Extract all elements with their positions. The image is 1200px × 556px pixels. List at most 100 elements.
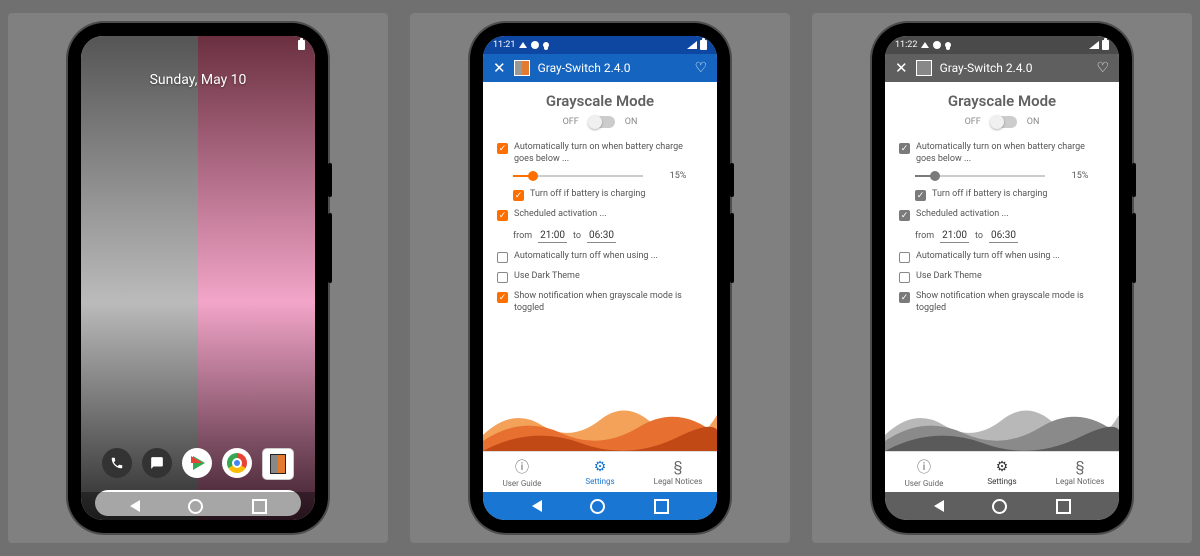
favorite-icon[interactable]: ♡ bbox=[1096, 60, 1109, 76]
auto-off-using-checkbox[interactable] bbox=[497, 252, 508, 263]
nav-home-icon[interactable] bbox=[188, 499, 203, 514]
nav-home-icon[interactable] bbox=[590, 499, 605, 514]
app-bar: ✕ Gray-Switch 2.4.0 ♡ bbox=[885, 54, 1119, 82]
tab-user-guide[interactable]: ⓘ User Guide bbox=[483, 452, 561, 492]
scheduled-label: Scheduled activation ... bbox=[916, 209, 1105, 221]
location-icon bbox=[945, 42, 951, 48]
android-nav-bar bbox=[885, 492, 1119, 520]
nav-back-icon[interactable] bbox=[130, 500, 140, 512]
settings-icon bbox=[531, 41, 539, 49]
turnoff-charging-label: Turn off if battery is charging bbox=[530, 189, 703, 201]
grayswitch-app-icon[interactable] bbox=[262, 448, 294, 480]
to-label: to bbox=[573, 231, 581, 241]
battery-threshold-slider[interactable] bbox=[915, 175, 1045, 177]
to-label: to bbox=[975, 231, 983, 241]
from-label: from bbox=[513, 231, 532, 241]
app-title: Gray-Switch 2.4.0 bbox=[940, 61, 1033, 75]
location-icon bbox=[543, 42, 549, 48]
app-bar: ✕ Gray-Switch 2.4.0 ♡ bbox=[483, 54, 717, 82]
show-notif-checkbox[interactable]: ✓ bbox=[899, 292, 910, 303]
auto-battery-checkbox[interactable]: ✓ bbox=[899, 143, 910, 154]
app-logo-icon bbox=[514, 60, 530, 76]
time-to-field[interactable]: 06:30 bbox=[587, 229, 616, 243]
warning-icon bbox=[519, 42, 527, 48]
decorative-hills bbox=[483, 395, 717, 451]
time-from-field[interactable]: 21:00 bbox=[538, 229, 567, 243]
app-title: Gray-Switch 2.4.0 bbox=[538, 61, 631, 75]
battery-threshold-value: 15% bbox=[1055, 171, 1105, 181]
screenshot-3: 11:22 ✕ Gray-Switch 2.4.0 ♡ bbox=[812, 13, 1192, 543]
battery-threshold-slider[interactable] bbox=[513, 175, 643, 177]
status-time: 11:22 bbox=[895, 40, 917, 50]
show-notif-checkbox[interactable]: ✓ bbox=[497, 292, 508, 303]
chrome-app-icon[interactable] bbox=[222, 448, 252, 478]
close-icon[interactable]: ✕ bbox=[895, 59, 908, 77]
battery-threshold-value: 15% bbox=[653, 171, 703, 181]
android-nav-bar bbox=[81, 492, 315, 520]
battery-icon bbox=[298, 40, 305, 50]
scheduled-label: Scheduled activation ... bbox=[514, 209, 703, 221]
nav-recent-icon[interactable] bbox=[654, 499, 669, 514]
tab-settings[interactable]: ⚙ Settings bbox=[963, 452, 1041, 492]
play-store-icon[interactable] bbox=[182, 448, 212, 478]
time-from-field[interactable]: 21:00 bbox=[940, 229, 969, 243]
settings-body: Grayscale Mode OFF ON ✓ Automatically tu… bbox=[885, 82, 1119, 451]
on-label: ON bbox=[625, 117, 638, 127]
settings-icon bbox=[933, 41, 941, 49]
dark-theme-checkbox[interactable] bbox=[899, 272, 910, 283]
app-dock bbox=[81, 448, 315, 480]
phone-frame: 11:21 Sunday, May 10 bbox=[68, 23, 328, 533]
messages-app-icon[interactable] bbox=[142, 448, 172, 478]
scheduled-checkbox[interactable]: ✓ bbox=[497, 210, 508, 221]
dark-theme-checkbox[interactable] bbox=[497, 272, 508, 283]
screenshot-1: 11:21 Sunday, May 10 bbox=[8, 13, 388, 543]
page-heading: Grayscale Mode bbox=[885, 92, 1119, 110]
auto-off-using-checkbox[interactable] bbox=[899, 252, 910, 263]
dark-theme-label: Use Dark Theme bbox=[916, 271, 1105, 283]
settings-body: Grayscale Mode OFF ON ✓ Automatically tu… bbox=[483, 82, 717, 451]
nav-recent-icon[interactable] bbox=[1056, 499, 1071, 514]
scheduled-checkbox[interactable]: ✓ bbox=[899, 210, 910, 221]
bottom-tabs: ⓘ User Guide ⚙ Settings § Legal Notices bbox=[885, 451, 1119, 492]
signal-icon bbox=[1089, 41, 1099, 49]
nav-back-icon[interactable] bbox=[532, 500, 542, 512]
section-icon: § bbox=[674, 459, 683, 475]
decorative-hills bbox=[885, 395, 1119, 451]
auto-battery-label: Automatically turn on when battery charg… bbox=[916, 142, 1105, 165]
on-label: ON bbox=[1027, 117, 1040, 127]
close-icon[interactable]: ✕ bbox=[493, 59, 506, 77]
show-notif-label: Show notification when grayscale mode is… bbox=[916, 291, 1105, 314]
tab-legal[interactable]: § Legal Notices bbox=[639, 452, 717, 492]
info-icon: ⓘ bbox=[917, 457, 931, 477]
time-to-field[interactable]: 06:30 bbox=[989, 229, 1018, 243]
auto-battery-label: Automatically turn on when battery charg… bbox=[514, 142, 703, 165]
grayscale-toggle[interactable] bbox=[991, 116, 1017, 128]
phone-frame: 11:21 ✕ Gray-Switch 2.4.0 ♡ bbox=[470, 23, 730, 533]
auto-battery-checkbox[interactable]: ✓ bbox=[497, 143, 508, 154]
grayscale-toggle[interactable] bbox=[589, 116, 615, 128]
section-icon: § bbox=[1076, 459, 1085, 475]
gear-icon: ⚙ bbox=[594, 459, 607, 475]
nav-recent-icon[interactable] bbox=[252, 499, 267, 514]
tab-legal[interactable]: § Legal Notices bbox=[1041, 452, 1119, 492]
favorite-icon[interactable]: ♡ bbox=[694, 60, 707, 76]
phone-frame: 11:22 ✕ Gray-Switch 2.4.0 ♡ bbox=[872, 23, 1132, 533]
signal-icon bbox=[687, 41, 697, 49]
app-logo-icon bbox=[916, 60, 932, 76]
auto-off-using-label: Automatically turn off when using ... bbox=[916, 251, 1105, 263]
page-heading: Grayscale Mode bbox=[483, 92, 717, 110]
phone-app-icon[interactable] bbox=[102, 448, 132, 478]
tab-settings[interactable]: ⚙ Settings bbox=[561, 452, 639, 492]
battery-icon bbox=[700, 40, 707, 50]
status-bar: 11:22 bbox=[885, 36, 1119, 54]
show-notif-label: Show notification when grayscale mode is… bbox=[514, 291, 703, 314]
turnoff-charging-checkbox[interactable]: ✓ bbox=[915, 190, 926, 201]
nav-home-icon[interactable] bbox=[992, 499, 1007, 514]
turnoff-charging-checkbox[interactable]: ✓ bbox=[513, 190, 524, 201]
nav-back-icon[interactable] bbox=[934, 500, 944, 512]
android-nav-bar bbox=[483, 492, 717, 520]
tab-user-guide[interactable]: ⓘ User Guide bbox=[885, 452, 963, 492]
gear-icon: ⚙ bbox=[996, 459, 1009, 475]
from-label: from bbox=[915, 231, 934, 241]
home-date[interactable]: Sunday, May 10 bbox=[81, 72, 315, 88]
